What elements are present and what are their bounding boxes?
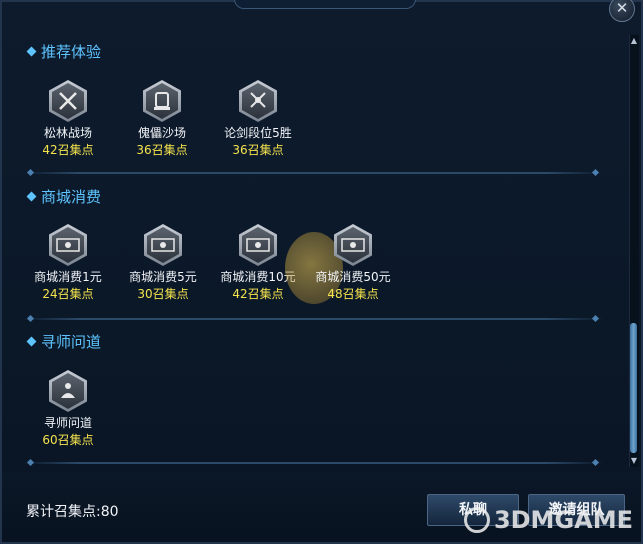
task-name: 论剑段位5胜 xyxy=(224,126,292,140)
task-item[interactable]: 商城消费50元 48召集点 xyxy=(308,224,398,302)
panel-title-tab xyxy=(234,0,416,9)
task-points: 24召集点 xyxy=(42,287,94,301)
currency-5000-icon xyxy=(337,227,369,263)
task-points: 36召集点 xyxy=(232,143,284,157)
task-item[interactable]: 商城消费5元 30召集点 xyxy=(118,224,208,302)
sword-duel-5-wins-icon xyxy=(242,83,274,119)
total-points-label: 累计召集点:80 xyxy=(26,504,119,520)
scroll-down-arrow-icon[interactable]: ▼ xyxy=(629,456,639,466)
task-points: 48召集点 xyxy=(327,287,379,301)
section-title-mentor: 寻师问道 xyxy=(26,331,101,352)
section-divider xyxy=(22,172,604,174)
task-name: 松林战场 xyxy=(43,126,92,140)
task-item[interactable]: 傀儡沙场 36召集点 xyxy=(117,80,207,158)
crossed-swords-3v3-icon xyxy=(52,83,84,119)
scroll-up-arrow-icon[interactable]: ▲ xyxy=(629,36,639,46)
task-item[interactable]: 寻师问道 60召集点 xyxy=(23,370,113,448)
watermark-logo: 3DMGAME xyxy=(463,506,633,534)
scrollbar-thumb[interactable] xyxy=(630,323,637,453)
task-points: 30召集点 xyxy=(137,287,189,301)
task-item[interactable]: 商城消费1元 24召集点 xyxy=(23,224,113,302)
close-icon: ✕ xyxy=(615,0,629,17)
meditating-master-icon xyxy=(52,373,84,409)
task-name: 商城消费5元 xyxy=(129,270,197,284)
task-points: 60召集点 xyxy=(42,433,94,447)
task-item[interactable]: 松林战场 42召集点 xyxy=(23,80,113,158)
diamond-bullet-icon xyxy=(26,46,37,57)
currency-100-icon xyxy=(52,227,84,263)
diamond-bullet-icon xyxy=(26,336,37,347)
task-name: 商城消费50元 xyxy=(315,270,391,284)
task-name: 傀儡沙场 xyxy=(137,126,186,140)
section-title-shop: 商城消费 xyxy=(26,186,101,207)
task-name: 寻师问道 xyxy=(43,416,92,430)
currency-500-icon xyxy=(147,227,179,263)
diamond-bullet-icon xyxy=(26,191,37,202)
task-points: 42召集点 xyxy=(42,143,94,157)
puppet-arena-icon xyxy=(146,83,178,119)
logo-mark-icon xyxy=(463,507,490,533)
section-title-recommended: 推荐体验 xyxy=(26,41,101,62)
section-divider xyxy=(22,462,604,464)
currency-1000-icon xyxy=(242,227,274,263)
task-points: 36召集点 xyxy=(136,143,188,157)
task-name: 商城消费1元 xyxy=(34,270,102,284)
task-item[interactable]: 论剑段位5胜 36召集点 xyxy=(213,80,303,158)
section-divider xyxy=(22,318,604,320)
